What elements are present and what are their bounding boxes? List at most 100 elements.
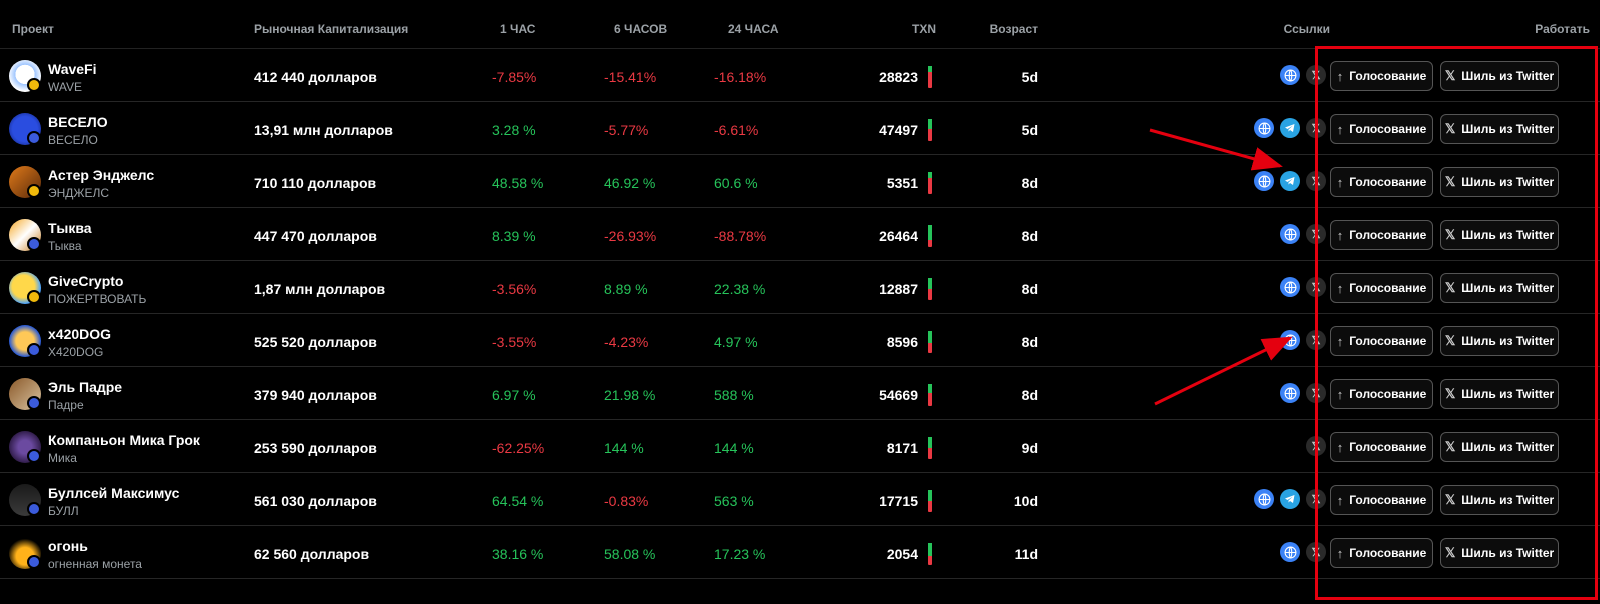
change-24h: -6.61% (714, 122, 759, 138)
token-age: 8d (1021, 281, 1038, 297)
change-6h: 144 % (604, 440, 644, 456)
website-icon[interactable] (1254, 171, 1274, 191)
change-24h: 144 % (714, 440, 754, 456)
txn-count: 8596 (886, 334, 918, 350)
token-age: 8d (1021, 175, 1038, 191)
change-1h: -7.85% (492, 69, 537, 85)
txn-ratio-bar (928, 225, 932, 247)
website-icon[interactable] (1280, 383, 1300, 403)
header-txn[interactable]: TXN (840, 22, 936, 36)
telegram-icon[interactable] (1280, 171, 1300, 191)
token-age: 8d (1021, 228, 1038, 244)
txn-ratio-bar (928, 172, 932, 194)
chain-icon (27, 555, 41, 569)
website-icon[interactable] (1254, 489, 1274, 509)
token-name[interactable]: Буллсей Максимус (48, 485, 179, 501)
telegram-icon[interactable] (1280, 118, 1300, 138)
change-6h: -4.23% (604, 334, 649, 350)
change-24h: 22.38 % (714, 281, 766, 297)
token-ticker: Тыква (48, 239, 82, 253)
txn-ratio-bar (928, 543, 932, 565)
chain-icon (27, 184, 41, 198)
token-ticker: Мика (48, 451, 77, 465)
header-mcap[interactable]: Рыночная Капитализация (254, 22, 408, 36)
website-icon[interactable] (1280, 277, 1300, 297)
market-cap: 561 030 долларов (254, 493, 377, 509)
txn-ratio-bar (928, 490, 932, 512)
token-name[interactable]: Астер Энджелс (48, 167, 154, 183)
chain-icon (27, 237, 41, 251)
website-icon[interactable] (1280, 65, 1300, 85)
token-age: 10d (1013, 493, 1038, 509)
token-name[interactable]: огонь (48, 538, 88, 554)
change-1h: 3.28 % (492, 122, 536, 138)
token-ticker: WAVE (48, 80, 83, 94)
token-name[interactable]: GiveCrypto (48, 273, 123, 289)
header-work: Работать (1535, 22, 1590, 36)
change-1h: -3.56% (492, 281, 537, 297)
telegram-icon[interactable] (1280, 489, 1300, 509)
change-6h: 58.08 % (604, 546, 656, 562)
market-cap: 447 470 долларов (254, 228, 377, 244)
header-project[interactable]: Проект (12, 22, 54, 36)
change-6h: -26.93% (604, 228, 657, 244)
token-age: 11d (1014, 546, 1038, 562)
website-icon[interactable] (1280, 224, 1300, 244)
txn-ratio-bar (928, 331, 932, 353)
txn-ratio-bar (928, 384, 932, 406)
token-name[interactable]: Тыква (48, 220, 92, 236)
change-24h: 17.23 % (714, 546, 766, 562)
market-cap: 525 520 долларов (254, 334, 377, 350)
token-name[interactable]: x420DOG (48, 326, 111, 342)
chain-icon (27, 131, 41, 145)
change-1h: 48.58 % (492, 175, 544, 191)
txn-count: 8171 (886, 440, 918, 456)
txn-ratio-bar (928, 66, 932, 88)
token-name[interactable]: WaveFi (48, 61, 97, 77)
change-1h: -3.55% (492, 334, 537, 350)
change-1h: 8.39 % (492, 228, 536, 244)
market-cap: 62 560 долларов (254, 546, 370, 562)
website-icon[interactable] (1280, 330, 1300, 350)
market-cap: 13,91 млн долларов (254, 122, 393, 138)
change-24h: 588 % (714, 387, 754, 403)
txn-count: 2054 (886, 546, 918, 562)
change-1h: 64.54 % (492, 493, 544, 509)
change-24h: 60.6 % (714, 175, 758, 191)
txn-count: 5351 (886, 175, 918, 191)
token-ticker: огненная монета (48, 557, 142, 571)
website-icon[interactable] (1254, 118, 1274, 138)
change-6h: -0.83% (604, 493, 649, 509)
txn-count: 12887 (879, 281, 918, 297)
change-1h: 38.16 % (492, 546, 544, 562)
token-name[interactable]: ВЕСЕЛО (48, 114, 108, 130)
chain-icon (27, 502, 41, 516)
market-cap: 379 940 долларов (254, 387, 377, 403)
change-24h: -88.78% (714, 228, 767, 244)
market-cap: 412 440 долларов (254, 69, 377, 85)
header-24h[interactable]: 24 ЧАСА (728, 22, 779, 36)
change-24h: 4.97 % (714, 334, 758, 350)
token-age: 9d (1021, 440, 1038, 456)
token-name[interactable]: Эль Падре (48, 379, 122, 395)
token-ticker: БУЛЛ (48, 504, 79, 518)
txn-count: 54669 (879, 387, 918, 403)
table-header: Проект Рыночная Капитализация 1 ЧАС 6 ЧА… (0, 0, 1600, 49)
token-ticker: ЭНДЖЕЛС (48, 186, 110, 200)
market-cap: 253 590 долларов (254, 440, 377, 456)
change-6h: 46.92 % (604, 175, 656, 191)
website-icon[interactable] (1280, 542, 1300, 562)
header-1h[interactable]: 1 ЧАС (500, 22, 535, 36)
change-6h: 8.89 % (604, 281, 648, 297)
txn-ratio-bar (928, 437, 932, 459)
header-6h[interactable]: 6 ЧАСОВ (614, 22, 667, 36)
chain-icon (27, 78, 41, 92)
change-24h: 563 % (714, 493, 754, 509)
token-name[interactable]: Компаньон Мика Грок (48, 432, 200, 448)
token-ticker: Падре (48, 398, 84, 412)
txn-count: 26464 (879, 228, 918, 244)
chain-icon (27, 396, 41, 410)
txn-count: 28823 (879, 69, 918, 85)
header-age[interactable]: Возраст (950, 22, 1038, 36)
chain-icon (27, 449, 41, 463)
